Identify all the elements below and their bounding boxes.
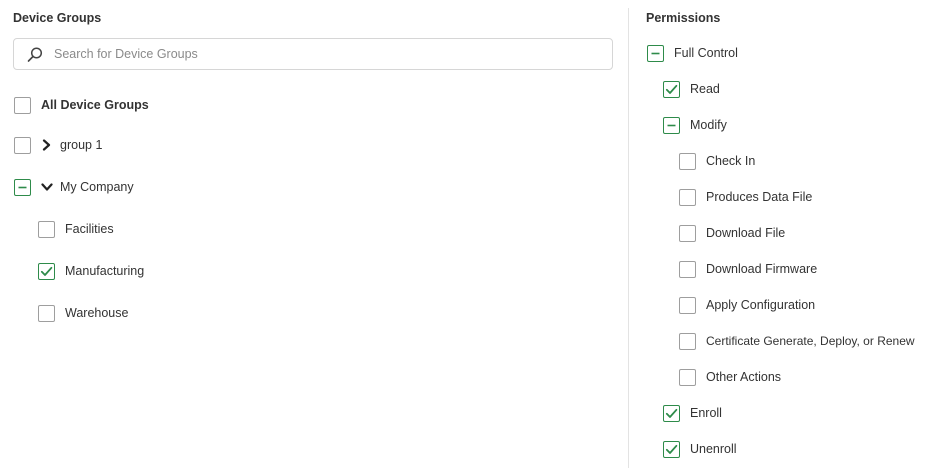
permission-enroll[interactable]: Enroll bbox=[663, 403, 722, 423]
full-control-checkbox[interactable] bbox=[647, 44, 664, 62]
my-company-checkbox[interactable] bbox=[14, 178, 31, 196]
download-file-label: Download File bbox=[706, 226, 786, 240]
permission-unenroll[interactable]: Unenroll bbox=[663, 439, 737, 459]
group-1-checkbox[interactable] bbox=[14, 136, 31, 154]
check-in-label: Check In bbox=[706, 154, 756, 168]
manufacturing-label: Manufacturing bbox=[65, 264, 145, 278]
tree-item-my-company[interactable]: My Company bbox=[14, 177, 134, 197]
certificate-checkbox[interactable] bbox=[679, 332, 696, 350]
permissions-panel: Permissions Full Control Read Modify Che… bbox=[629, 0, 926, 468]
download-firmware-checkbox[interactable] bbox=[679, 260, 696, 278]
permission-apply-configuration[interactable]: Apply Configuration bbox=[679, 295, 815, 315]
permission-download-firmware[interactable]: Download Firmware bbox=[679, 259, 817, 279]
search-input[interactable] bbox=[54, 39, 604, 69]
facilities-checkbox[interactable] bbox=[38, 220, 55, 238]
tree-item-facilities[interactable]: Facilities bbox=[38, 219, 114, 239]
enroll-checkbox[interactable] bbox=[663, 404, 680, 422]
certificate-label: Certificate Generate, Deploy, or Renew bbox=[706, 334, 915, 348]
all-device-groups-label: All Device Groups bbox=[41, 98, 149, 112]
read-label: Read bbox=[690, 82, 720, 96]
device-groups-title: Device Groups bbox=[13, 11, 102, 25]
other-actions-checkbox[interactable] bbox=[679, 368, 696, 386]
unenroll-checkbox[interactable] bbox=[663, 440, 680, 458]
modify-label: Modify bbox=[690, 118, 727, 132]
produces-data-file-label: Produces Data File bbox=[706, 190, 813, 204]
permission-full-control[interactable]: Full Control bbox=[647, 43, 738, 63]
permission-download-file[interactable]: Download File bbox=[679, 223, 785, 243]
my-company-label: My Company bbox=[60, 180, 134, 194]
check-in-checkbox[interactable] bbox=[679, 152, 696, 170]
apply-configuration-checkbox[interactable] bbox=[679, 296, 696, 314]
all-device-groups-row[interactable]: All Device Groups bbox=[14, 95, 149, 115]
device-groups-panel: Device Groups All Device Groups group 1 … bbox=[0, 0, 628, 468]
warehouse-checkbox[interactable] bbox=[38, 304, 55, 322]
tree-item-warehouse[interactable]: Warehouse bbox=[38, 303, 128, 323]
chevron-right-icon[interactable] bbox=[41, 139, 53, 151]
chevron-down-icon[interactable] bbox=[41, 181, 53, 193]
other-actions-label: Other Actions bbox=[706, 370, 782, 384]
facilities-label: Facilities bbox=[65, 222, 114, 236]
permission-produces-data-file[interactable]: Produces Data File bbox=[679, 187, 812, 207]
permissions-title: Permissions bbox=[646, 11, 721, 25]
search-icon bbox=[26, 46, 44, 64]
tree-item-group-1[interactable]: group 1 bbox=[14, 135, 102, 155]
all-device-groups-checkbox[interactable] bbox=[14, 96, 31, 114]
tree-item-manufacturing[interactable]: Manufacturing bbox=[38, 261, 144, 281]
apply-configuration-label: Apply Configuration bbox=[706, 298, 816, 312]
group-1-label: group 1 bbox=[60, 138, 103, 152]
full-control-label: Full Control bbox=[674, 46, 738, 60]
permission-other-actions[interactable]: Other Actions bbox=[679, 367, 781, 387]
download-firmware-label: Download Firmware bbox=[706, 262, 818, 276]
unenroll-label: Unenroll bbox=[690, 442, 737, 456]
download-file-checkbox[interactable] bbox=[679, 224, 696, 242]
permission-check-in[interactable]: Check In bbox=[679, 151, 755, 171]
permission-certificate[interactable]: Certificate Generate, Deploy, or Renew bbox=[679, 331, 915, 351]
enroll-label: Enroll bbox=[690, 406, 722, 420]
modify-checkbox[interactable] bbox=[663, 116, 680, 134]
read-checkbox[interactable] bbox=[663, 80, 680, 98]
permission-modify[interactable]: Modify bbox=[663, 115, 727, 135]
produces-data-file-checkbox[interactable] bbox=[679, 188, 696, 206]
warehouse-label: Warehouse bbox=[65, 306, 129, 320]
manufacturing-checkbox[interactable] bbox=[38, 262, 55, 280]
device-groups-search[interactable] bbox=[13, 38, 613, 70]
permission-read[interactable]: Read bbox=[663, 79, 720, 99]
